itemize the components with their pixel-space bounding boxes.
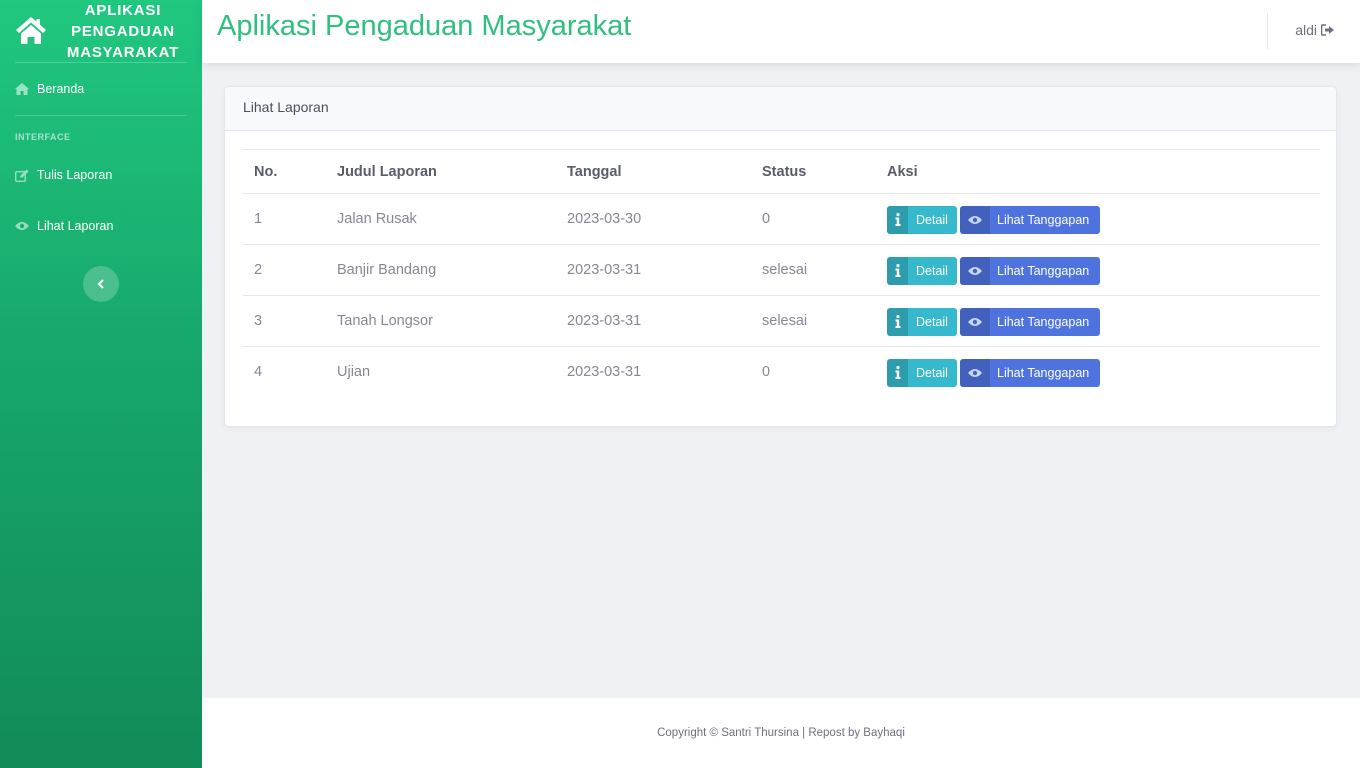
lihat-tanggapan-label: Lihat Tanggapan xyxy=(997,314,1090,329)
detail-button-label: Detail xyxy=(916,365,948,380)
info-icon xyxy=(887,358,908,387)
user-name: aldi xyxy=(1295,22,1317,38)
cell-judul: Tanah Longsor xyxy=(326,295,556,347)
cell-judul: Ujian xyxy=(337,364,371,381)
edit-icon xyxy=(15,168,29,182)
cell-aksi: Detail Lihat Tanggapan xyxy=(876,295,1320,347)
cell-no: 4 xyxy=(254,364,263,381)
cell-no: 3 xyxy=(243,295,326,347)
sidebar-item-label: Beranda xyxy=(37,82,85,96)
chevron-left-icon xyxy=(97,279,104,289)
info-icon xyxy=(887,307,908,336)
lihat-tanggapan-button[interactable]: Lihat Tanggapan xyxy=(960,307,1100,336)
cell-status: 0 xyxy=(751,193,876,245)
column-header-judul: Judul Laporan xyxy=(326,149,556,194)
detail-button-label: Detail xyxy=(916,212,948,227)
detail-button[interactable]: Detail xyxy=(887,307,957,336)
table-row: 3 Tanah Longsor 2023-03-31 selesai Detai… xyxy=(243,295,1320,347)
cell-tanggal: 2023-03-31 xyxy=(556,244,751,296)
detail-button[interactable]: Detail xyxy=(887,205,957,234)
cell-tanggal: 2023-03-31 xyxy=(567,364,642,381)
report-card: Lihat Laporan No. Judul Laporan Tanggal … xyxy=(224,86,1337,427)
cell-status: selesai xyxy=(751,244,876,296)
info-icon xyxy=(887,256,908,285)
brand-line: MASYARAKAT xyxy=(66,43,180,61)
sidebar-toggle-button[interactable] xyxy=(83,266,119,302)
footer: Copyright © Santri Thursina | Repost by … xyxy=(202,698,1360,768)
sign-out-icon xyxy=(1321,24,1334,36)
table-header-row: No. Judul Laporan Tanggal Status Aksi xyxy=(243,149,1320,194)
topbar: Aplikasi Pengaduan Masyarakat aldi xyxy=(202,0,1360,63)
sidebar-item-tulis-laporan[interactable]: Tulis Laporan xyxy=(0,148,202,202)
eye-icon xyxy=(960,358,990,387)
lihat-tanggapan-button[interactable]: Lihat Tanggapan xyxy=(960,358,1100,387)
cell-tanggal: 2023-03-30 xyxy=(556,193,751,245)
lihat-tanggapan-button[interactable]: Lihat Tanggapan xyxy=(960,205,1100,234)
home-icon xyxy=(16,17,46,44)
sidebar-heading: INTERFACE xyxy=(15,132,71,142)
sidebar-item-label: Tulis Laporan xyxy=(37,168,113,182)
lihat-tanggapan-label: Lihat Tanggapan xyxy=(997,365,1090,380)
cell-aksi: Detail Lihat Tanggapan xyxy=(876,193,1320,245)
table-row: 2 Banjir Bandang 2023-03-31 selesai Deta… xyxy=(243,244,1320,296)
page-title: Aplikasi Pengaduan Masyarakat xyxy=(217,10,632,42)
eye-icon xyxy=(15,219,29,233)
cell-judul: Banjir Bandang xyxy=(326,244,556,296)
table-row: 1 Jalan Rusak 2023-03-30 0 Detail Lihat … xyxy=(243,193,1320,245)
lihat-tanggapan-label: Lihat Tanggapan xyxy=(997,263,1090,278)
sidebar-item-lihat-laporan[interactable]: Lihat Laporan xyxy=(0,202,202,250)
card-title: Lihat Laporan xyxy=(225,87,1336,131)
cell-aksi: Detail Lihat Tanggapan xyxy=(876,244,1320,296)
copyright-text: Copyright © Santri Thursina | Repost by … xyxy=(657,727,905,739)
cell-judul: Jalan Rusak xyxy=(326,193,556,245)
eye-icon xyxy=(960,205,990,234)
detail-button-label: Detail xyxy=(916,263,948,278)
cell-aksi: Detail Lihat Tanggapan xyxy=(876,347,1320,398)
eye-icon xyxy=(960,256,990,285)
sidebar-brand[interactable]: APLIKASI PENGADUAN MASYARAKAT xyxy=(0,0,202,62)
sidebar-item-beranda[interactable]: Beranda xyxy=(0,63,202,115)
column-header-status: Status xyxy=(751,149,876,194)
cell-no: 1 xyxy=(243,193,326,245)
user-menu[interactable]: aldi xyxy=(1295,22,1335,38)
cell-no: 2 xyxy=(243,244,326,296)
lihat-tanggapan-button[interactable]: Lihat Tanggapan xyxy=(960,256,1100,285)
cell-status: 0 xyxy=(762,364,771,381)
column-header-no: No. xyxy=(243,149,326,194)
sidebar-item-label: Lihat Laporan xyxy=(37,219,114,233)
brand-line: APLIKASI xyxy=(84,1,162,19)
brand-title: APLIKASI PENGADUAN MASYARAKAT xyxy=(62,0,184,63)
brand-line: PENGADUAN xyxy=(71,22,175,40)
cell-status: selesai xyxy=(751,295,876,347)
sidebar: APLIKASI PENGADUAN MASYARAKAT Beranda IN… xyxy=(0,0,202,768)
detail-button-label: Detail xyxy=(916,314,948,329)
detail-button[interactable]: Detail xyxy=(887,358,957,387)
detail-button[interactable]: Detail xyxy=(887,256,957,285)
eye-icon xyxy=(960,307,990,336)
info-icon xyxy=(887,205,908,234)
topbar-divider xyxy=(1267,13,1268,49)
table-row: 4 Ujian 2023-03-31 0 Detail Lihat Tangga… xyxy=(243,347,1320,398)
home-icon xyxy=(15,82,29,96)
report-table: No. Judul Laporan Tanggal Status Aksi 1 … xyxy=(243,149,1320,398)
cell-tanggal: 2023-03-31 xyxy=(556,295,751,347)
column-header-tanggal: Tanggal xyxy=(556,149,751,194)
lihat-tanggapan-label: Lihat Tanggapan xyxy=(997,212,1090,227)
column-header-aksi: Aksi xyxy=(876,149,1320,194)
